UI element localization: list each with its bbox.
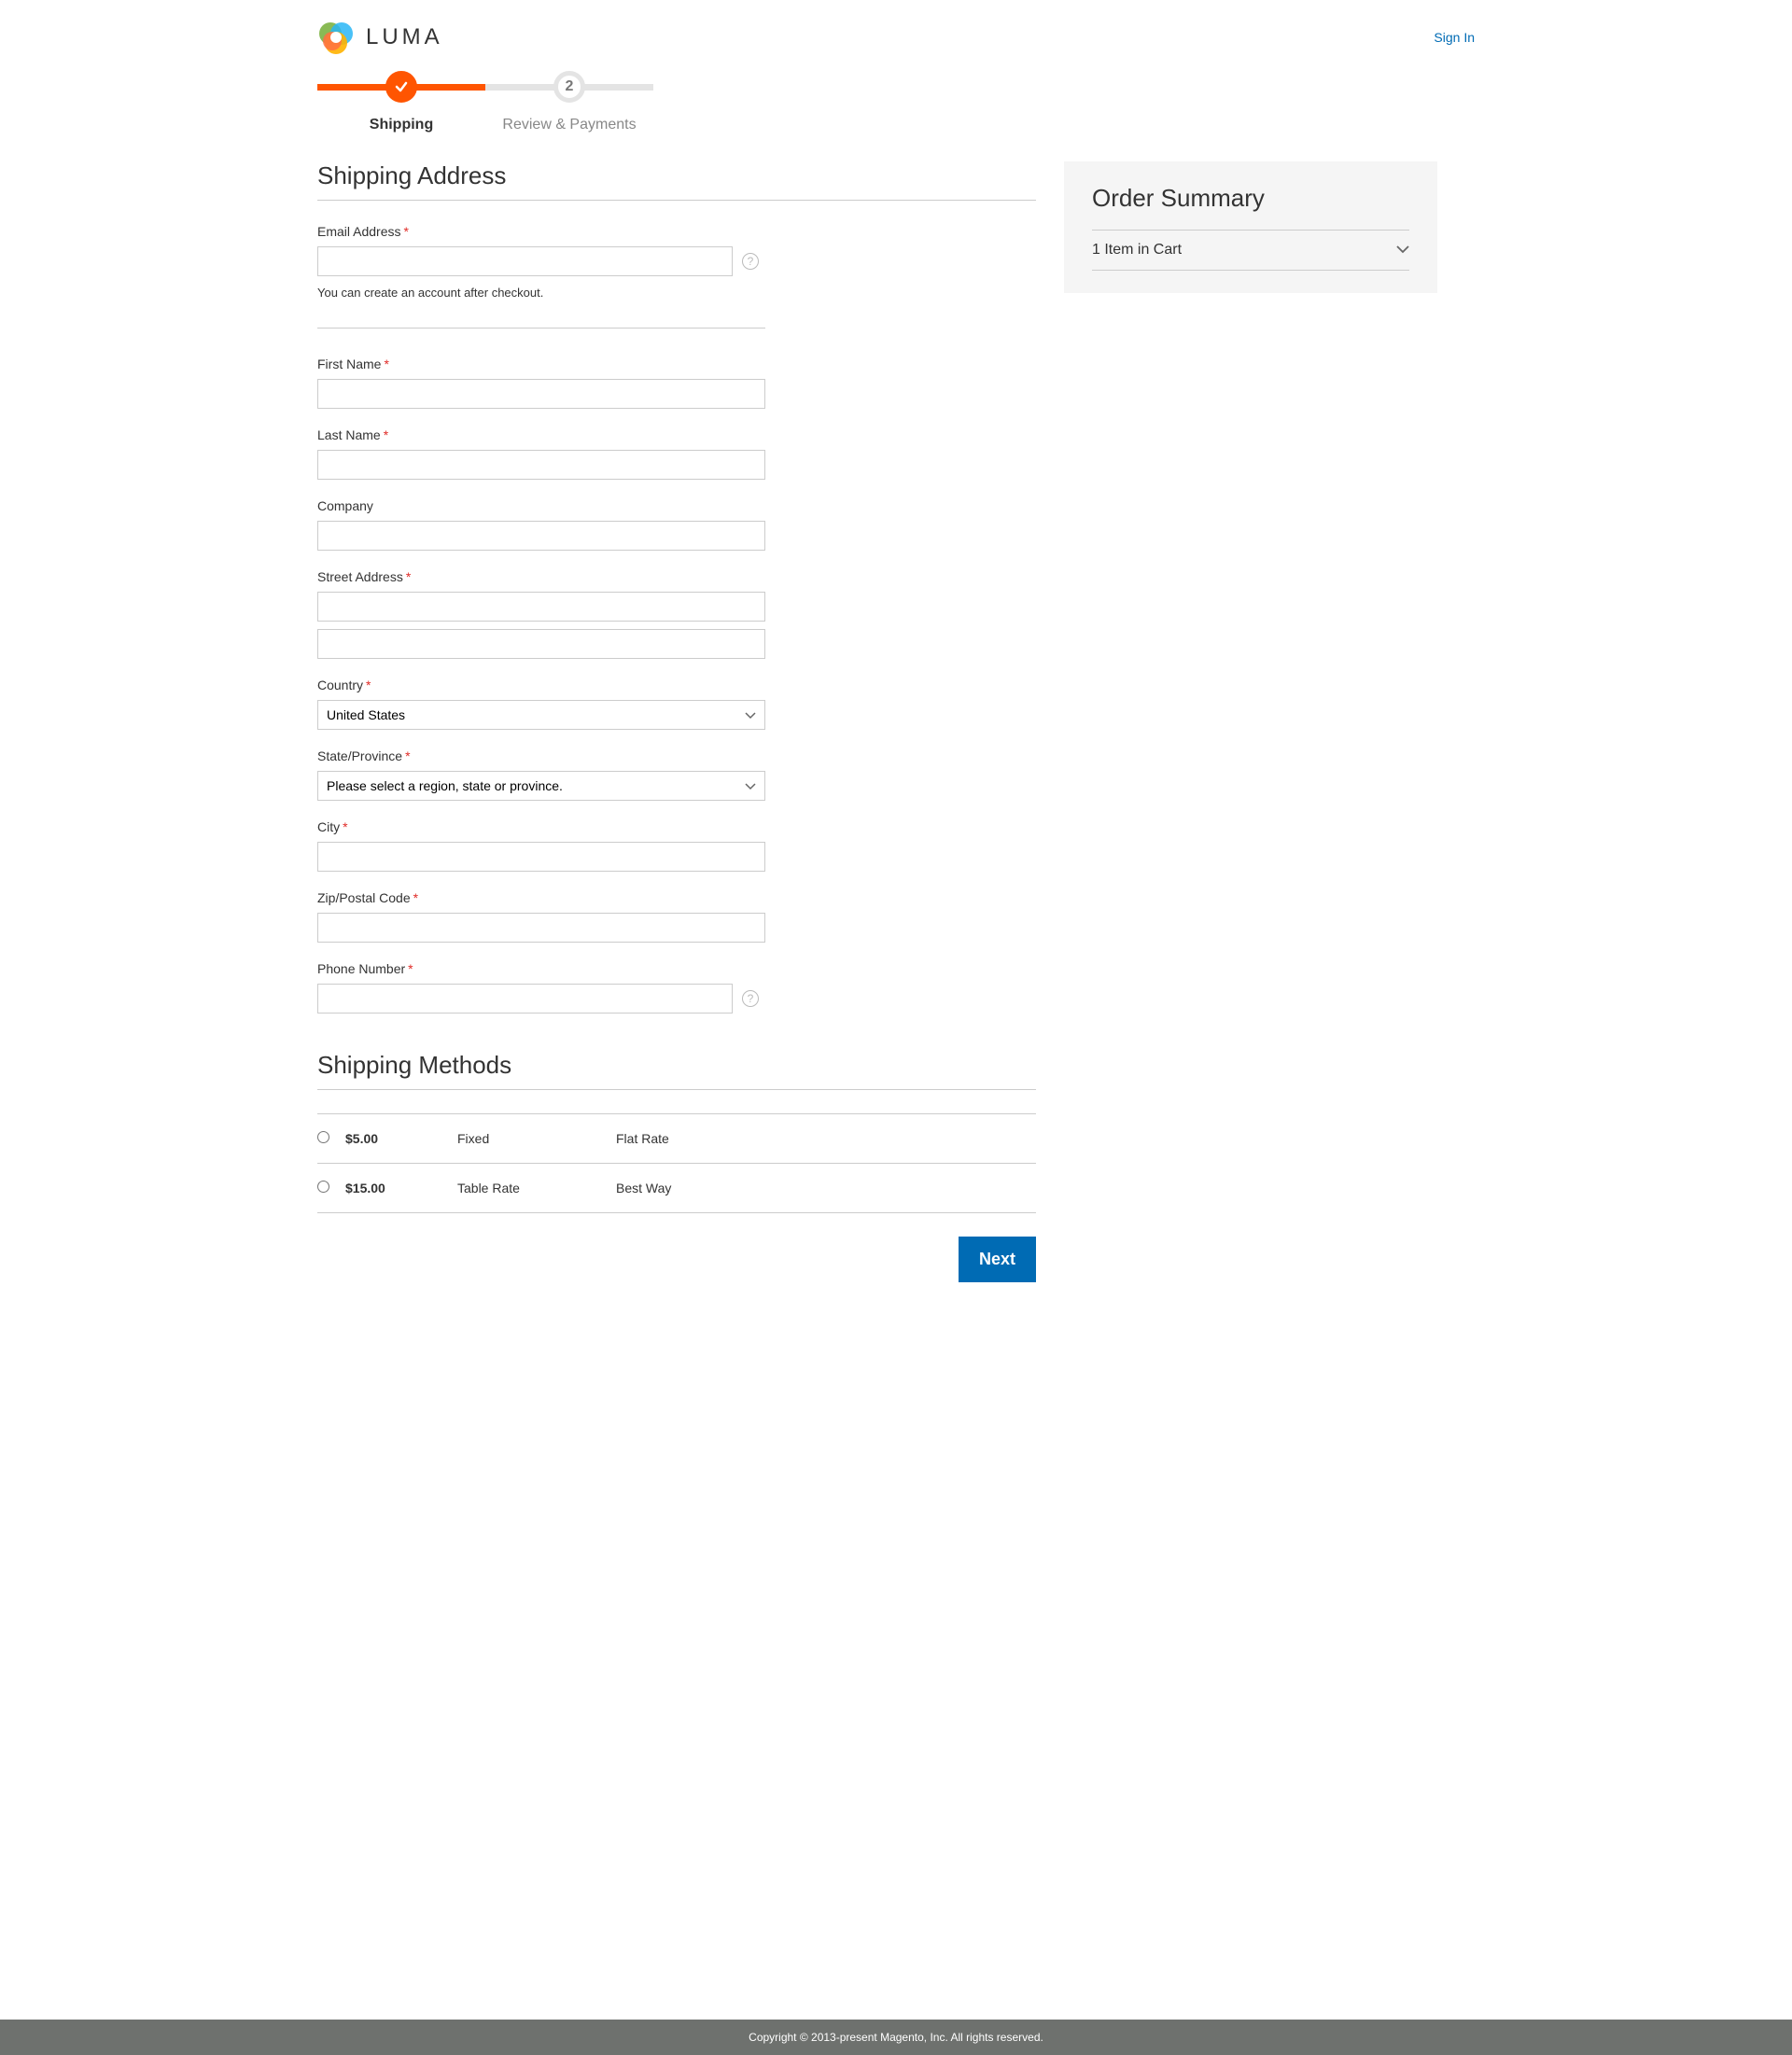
order-summary-title: Order Summary: [1092, 184, 1409, 213]
country-select[interactable]: United States: [317, 700, 765, 730]
help-icon[interactable]: ?: [742, 990, 759, 1007]
country-label: Country*: [317, 678, 765, 692]
footer: Copyright © 2013-present Magento, Inc. A…: [0, 2020, 1792, 2055]
shipping-method-carrier: Flat Rate: [616, 1114, 1036, 1164]
street-label: Street Address*: [317, 569, 765, 584]
postcode-field[interactable]: [317, 913, 765, 943]
street-field-2[interactable]: [317, 629, 765, 659]
progress-step-1-icon: [385, 71, 417, 103]
shipping-methods-table: $5.00 Fixed Flat Rate $15.00 Table Rate …: [317, 1113, 1036, 1213]
progress-segment-2: 2: [485, 84, 653, 91]
lastname-field[interactable]: [317, 450, 765, 480]
shipping-methods-title: Shipping Methods: [317, 1051, 1036, 1090]
email-field[interactable]: [317, 246, 733, 276]
luma-logo-icon: [317, 19, 355, 56]
company-field[interactable]: [317, 521, 765, 551]
shipping-method-name: Fixed: [457, 1114, 616, 1164]
copyright-text: Copyright © 2013-present Magento, Inc. A…: [749, 2031, 1043, 2044]
firstname-label: First Name*: [317, 356, 765, 371]
divider: [317, 328, 765, 329]
region-label: State/Province*: [317, 748, 765, 763]
shipping-method-price: $5.00: [345, 1114, 457, 1164]
street-field-1[interactable]: [317, 592, 765, 622]
cart-items-toggle[interactable]: 1 Item in Cart: [1092, 230, 1409, 271]
progress-step-2-icon: 2: [553, 71, 585, 103]
shipping-method-row[interactable]: $5.00 Fixed Flat Rate: [317, 1114, 1036, 1164]
cart-items-label: 1 Item in Cart: [1092, 242, 1182, 259]
help-icon[interactable]: ?: [742, 253, 759, 270]
firstname-field[interactable]: [317, 379, 765, 409]
shipping-method-carrier: Best Way: [616, 1164, 1036, 1213]
email-label: Email Address*: [317, 224, 765, 239]
logo[interactable]: LUMA: [317, 19, 443, 56]
checkout-progress: Shipping 2 Review & Payments: [317, 75, 1475, 161]
shipping-method-name: Table Rate: [457, 1164, 616, 1213]
city-label: City*: [317, 819, 765, 834]
header: LUMA Sign In: [317, 0, 1475, 75]
progress-segment-1: [317, 84, 485, 91]
next-button[interactable]: Next: [959, 1237, 1036, 1282]
shipping-method-price: $15.00: [345, 1164, 457, 1213]
shipping-method-radio-1[interactable]: [317, 1181, 329, 1193]
shipping-address-title: Shipping Address: [317, 161, 1036, 201]
sign-in-link[interactable]: Sign In: [1434, 30, 1475, 45]
region-select[interactable]: Please select a region, state or provinc…: [317, 771, 765, 801]
progress-step-1-label: Shipping: [370, 117, 433, 133]
email-note: You can create an account after checkout…: [317, 286, 765, 300]
company-label: Company: [317, 498, 765, 513]
shipping-method-row[interactable]: $15.00 Table Rate Best Way: [317, 1164, 1036, 1213]
phone-field[interactable]: [317, 984, 733, 1014]
city-field[interactable]: [317, 842, 765, 872]
lastname-label: Last Name*: [317, 427, 765, 442]
brand-text: LUMA: [366, 24, 443, 50]
phone-label: Phone Number*: [317, 961, 765, 976]
order-summary: Order Summary 1 Item in Cart: [1064, 161, 1437, 293]
chevron-down-icon: [1396, 242, 1409, 259]
progress-step-2-label: Review & Payments: [502, 117, 636, 133]
postcode-label: Zip/Postal Code*: [317, 890, 765, 905]
shipping-method-radio-0[interactable]: [317, 1131, 329, 1143]
